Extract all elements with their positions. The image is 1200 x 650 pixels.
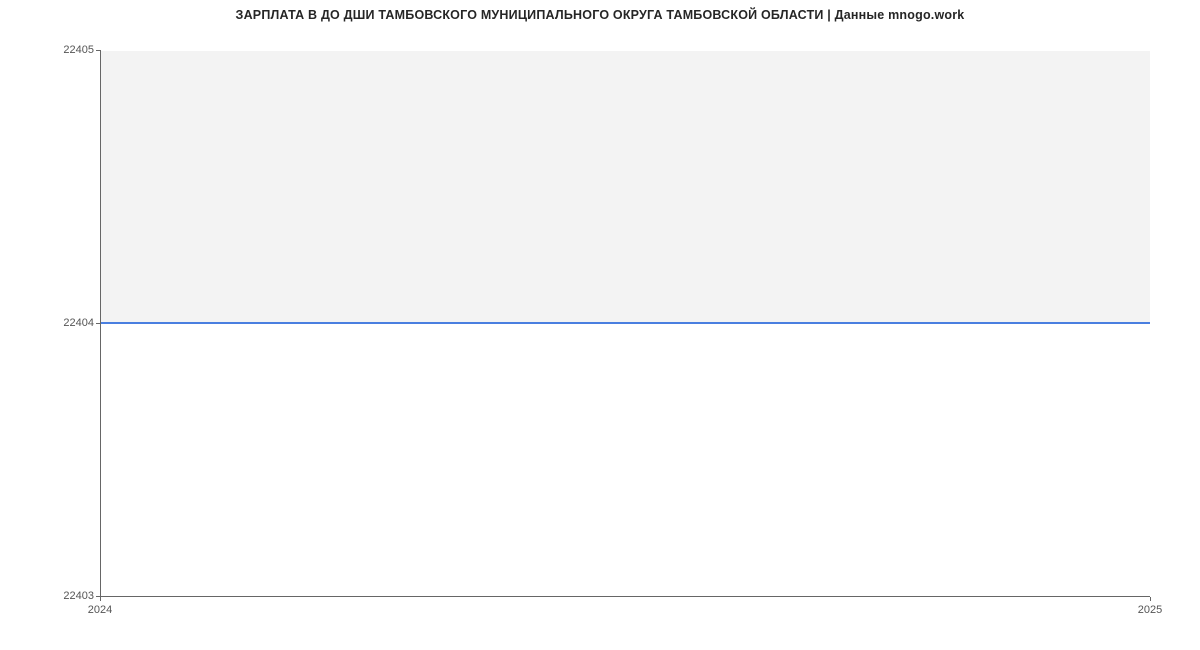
x-tick-label: 2025 (1138, 604, 1162, 616)
x-tick-mark (1150, 597, 1151, 601)
gridline-top (100, 50, 1150, 51)
y-axis (100, 50, 101, 596)
y-tick-label: 22405 (0, 44, 94, 56)
x-axis (100, 596, 1150, 597)
y-tick-label: 22404 (0, 317, 94, 329)
y-tick-mark (96, 323, 100, 324)
plot-bg-lower (100, 323, 1150, 596)
y-tick-mark (96, 50, 100, 51)
data-line (100, 322, 1150, 324)
plot-area (100, 50, 1150, 596)
y-tick-label: 22403 (0, 590, 94, 602)
chart-title: ЗАРПЛАТА В ДО ДШИ ТАМБОВСКОГО МУНИЦИПАЛЬ… (0, 8, 1200, 22)
plot-bg-upper (100, 50, 1150, 323)
x-tick-mark (100, 597, 101, 601)
x-tick-label: 2024 (88, 604, 112, 616)
